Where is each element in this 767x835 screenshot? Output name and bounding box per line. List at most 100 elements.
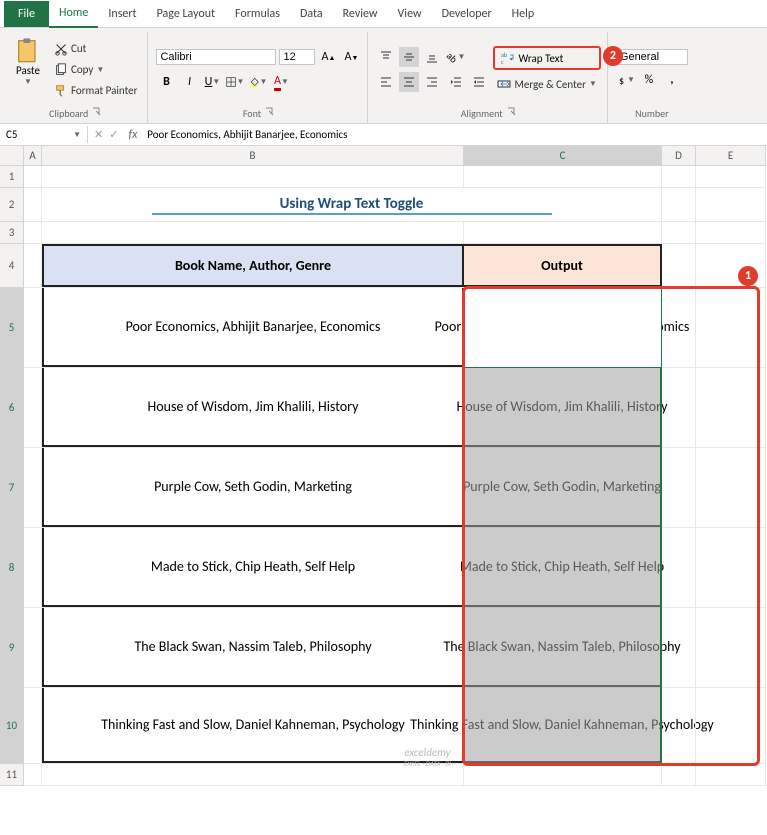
worksheet-grid[interactable]: Using Wrap Text Toggle Book Name, Author… xyxy=(24,166,766,786)
cell-a3[interactable] xyxy=(24,222,42,243)
cell-b10[interactable]: Thinking Fast and Slow, Daniel Kahneman,… xyxy=(42,688,464,763)
percent-format-button[interactable]: % xyxy=(639,70,659,90)
rowhead-6[interactable]: 6 xyxy=(0,368,24,448)
colhead-a[interactable]: A xyxy=(24,146,42,166)
align-top-button[interactable] xyxy=(376,47,396,67)
cell-d5[interactable] xyxy=(662,288,696,367)
rowhead-1[interactable]: 1 xyxy=(0,166,24,188)
decrease-font-button[interactable]: A▼ xyxy=(341,47,361,67)
cell-c3[interactable] xyxy=(464,222,662,243)
cell-a1[interactable] xyxy=(24,166,42,187)
align-bottom-button[interactable] xyxy=(422,47,442,67)
cell-e5[interactable] xyxy=(696,288,766,367)
formula-input[interactable]: Poor Economics, Abhijit Banarjee, Econom… xyxy=(141,126,767,143)
cell-b11[interactable] xyxy=(42,764,464,785)
cell-c6[interactable]: House of Wisdom, Jim Khalili, History xyxy=(464,368,662,447)
colhead-d[interactable]: D xyxy=(662,146,696,166)
cell-e10[interactable] xyxy=(696,688,766,763)
align-right-button[interactable] xyxy=(422,72,442,92)
cell-e6[interactable] xyxy=(696,368,766,447)
cell-d6[interactable] xyxy=(662,368,696,447)
font-launcher-icon[interactable] xyxy=(265,107,275,117)
italic-button[interactable]: I xyxy=(179,72,199,92)
cell-c9[interactable]: The Black Swan, Nassim Taleb, Philosophy xyxy=(464,608,662,687)
decrease-indent-button[interactable] xyxy=(446,72,466,92)
wrap-text-button[interactable]: abc Wrap Text 2 xyxy=(493,46,600,70)
tab-review[interactable]: Review xyxy=(333,1,388,27)
cell-d7[interactable] xyxy=(662,448,696,527)
fill-color-button[interactable]: ▼ xyxy=(248,72,268,92)
cell-a2[interactable] xyxy=(24,188,42,221)
header-output[interactable]: Output xyxy=(464,244,662,287)
cell-e9[interactable] xyxy=(696,608,766,687)
cell-d9[interactable] xyxy=(662,608,696,687)
tab-data[interactable]: Data xyxy=(290,1,333,27)
cell-b3[interactable] xyxy=(42,222,464,243)
cell-d1[interactable] xyxy=(662,166,696,187)
cell-c11[interactable] xyxy=(464,764,662,785)
cell-a7[interactable] xyxy=(24,448,42,527)
cell-e7[interactable] xyxy=(696,448,766,527)
cell-b1[interactable] xyxy=(42,166,464,187)
copy-button[interactable]: Copy ▼ xyxy=(50,61,141,79)
tab-page-layout[interactable]: Page Layout xyxy=(147,1,225,27)
cell-a9[interactable] xyxy=(24,608,42,687)
cell-d2[interactable] xyxy=(662,188,696,221)
merge-center-button[interactable]: Merge & Center ▼ xyxy=(493,75,600,93)
colhead-b[interactable]: B xyxy=(42,146,464,166)
cell-c8[interactable]: Made to Stick, Chip Heath, Self Help xyxy=(464,528,662,607)
number-format-select[interactable] xyxy=(616,49,688,65)
align-center-button[interactable] xyxy=(399,72,419,92)
align-left-button[interactable] xyxy=(376,72,396,92)
increase-font-button[interactable]: A▲ xyxy=(318,47,338,67)
rowhead-7[interactable]: 7 xyxy=(0,448,24,528)
cell-c1[interactable] xyxy=(464,166,662,187)
select-all-corner[interactable] xyxy=(0,146,24,166)
align-middle-button[interactable] xyxy=(399,47,419,67)
font-name-input[interactable] xyxy=(156,49,276,65)
tab-developer[interactable]: Developer xyxy=(432,1,502,27)
increase-indent-button[interactable] xyxy=(469,72,489,92)
cell-e2[interactable] xyxy=(696,188,766,221)
fx-icon[interactable]: fx xyxy=(124,128,141,142)
tab-insert[interactable]: Insert xyxy=(98,1,146,27)
cell-a6[interactable] xyxy=(24,368,42,447)
rowhead-5[interactable]: 5 xyxy=(0,288,24,368)
rowhead-8[interactable]: 8 xyxy=(0,528,24,608)
bold-button[interactable]: B xyxy=(156,72,176,92)
accounting-format-button[interactable]: $▼ xyxy=(616,70,636,90)
cell-d4[interactable] xyxy=(662,244,696,287)
borders-button[interactable]: ▼ xyxy=(225,72,245,92)
cell-e3[interactable] xyxy=(696,222,766,243)
cell-d8[interactable] xyxy=(662,528,696,607)
cell-e8[interactable] xyxy=(696,528,766,607)
cell-d11[interactable] xyxy=(662,764,696,785)
colhead-e[interactable]: E xyxy=(696,146,766,166)
alignment-launcher-icon[interactable] xyxy=(507,107,517,117)
cell-e11[interactable] xyxy=(696,764,766,785)
rowhead-11[interactable]: 11 xyxy=(0,764,24,786)
rowhead-2[interactable]: 2 xyxy=(0,188,24,222)
font-size-input[interactable] xyxy=(279,49,315,65)
cancel-formula-icon[interactable]: ✕ xyxy=(94,128,103,141)
cut-button[interactable]: Cut xyxy=(50,40,141,58)
cell-d10[interactable] xyxy=(662,688,696,763)
cell-b7[interactable]: Purple Cow, Seth Godin, Marketing xyxy=(42,448,464,527)
cell-a11[interactable] xyxy=(24,764,42,785)
header-book[interactable]: Book Name, Author, Genre xyxy=(42,244,464,287)
cell-c7[interactable]: Purple Cow, Seth Godin, Marketing xyxy=(464,448,662,527)
comma-format-button[interactable]: , xyxy=(662,70,682,90)
rowhead-3[interactable]: 3 xyxy=(0,222,24,244)
cell-a4[interactable] xyxy=(24,244,42,287)
cell-b8[interactable]: Made to Stick, Chip Heath, Self Help xyxy=(42,528,464,607)
font-color-button[interactable]: A▼ xyxy=(271,72,291,92)
cell-b9[interactable]: The Black Swan, Nassim Taleb, Philosophy xyxy=(42,608,464,687)
tab-home[interactable]: Home xyxy=(49,0,98,28)
cell-b6[interactable]: House of Wisdom, Jim Khalili, History xyxy=(42,368,464,447)
name-box[interactable]: C5▼ xyxy=(0,126,88,143)
cell-c10[interactable]: Thinking Fast and Slow, Daniel Kahneman,… xyxy=(464,688,662,763)
underline-button[interactable]: U▼ xyxy=(202,72,222,92)
colhead-c[interactable]: C xyxy=(464,146,662,166)
rowhead-10[interactable]: 10 xyxy=(0,688,24,764)
paste-button[interactable]: Paste ▼ xyxy=(10,32,46,107)
